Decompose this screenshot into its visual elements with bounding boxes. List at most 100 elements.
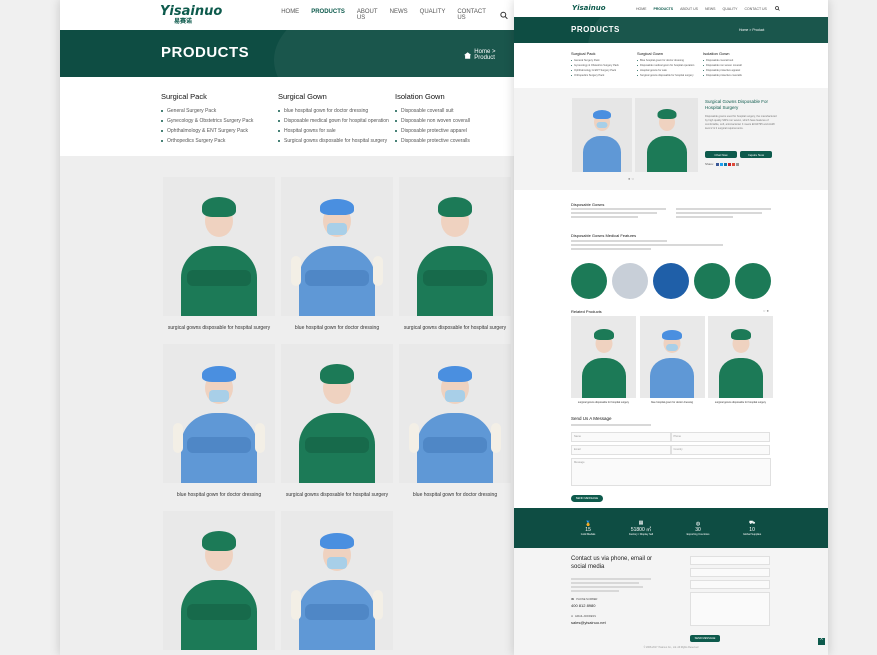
category-title[interactable]: Surgical Pack — [571, 51, 637, 56]
category-item[interactable]: Surgical gowns disposable for hospital s… — [278, 136, 395, 146]
product-caption[interactable]: surgical gowns disposable for hospital s… — [168, 325, 270, 331]
product-card[interactable]: surgical gowns disposable for hospital s… — [399, 177, 511, 331]
page-title: PRODUCTS — [161, 44, 250, 61]
phone-field[interactable]: Phone — [670, 432, 770, 442]
main-product-image[interactable] — [572, 98, 632, 172]
related-card[interactable]: surgical gowns disposable for hospital s… — [571, 316, 636, 404]
menu-about[interactable]: ABOUT US — [680, 7, 698, 11]
category-title[interactable]: Surgical Gown — [637, 51, 703, 56]
send-message-button[interactable]: SEND MESSAGE — [571, 494, 603, 502]
related-card[interactable]: blue hospital gown for doctor dressing — [639, 316, 705, 404]
product-image[interactable] — [281, 511, 393, 650]
product-caption[interactable]: blue hospital gown for doctor dressing — [413, 492, 497, 498]
product-image[interactable] — [399, 344, 511, 483]
main-product-image-2[interactable] — [635, 98, 698, 172]
chat-now-button[interactable]: Chat Now — [705, 151, 737, 158]
category-item[interactable]: Ophthalmology & ENT Surgery Pack — [161, 126, 278, 136]
category-item[interactable]: Hospital gowns for sale — [278, 126, 395, 136]
menu-news[interactable]: NEWS — [705, 7, 716, 11]
menu-products[interactable]: PRODUCTS — [311, 9, 345, 21]
product-image[interactable] — [281, 177, 393, 316]
linkedin-icon[interactable] — [723, 162, 727, 166]
category-item[interactable]: Surgical gowns disposable for hospital s… — [637, 73, 703, 78]
category-item[interactable]: Disposable non woven coverall — [395, 116, 512, 126]
email-field[interactable]: Email — [571, 445, 671, 455]
category-title[interactable]: Surgical Gown — [278, 92, 395, 101]
menu-news[interactable]: NEWS — [390, 9, 408, 21]
phone-number[interactable]: 400 812 8980 — [571, 603, 597, 608]
category-title[interactable]: Isolation Gown — [395, 92, 512, 101]
feature-image[interactable] — [571, 263, 607, 299]
pinterest-icon[interactable] — [727, 162, 731, 166]
category-item[interactable]: General Surgery Pack — [161, 106, 278, 116]
name-field[interactable]: Name — [571, 432, 671, 442]
menu-quality[interactable]: QUALITY — [722, 7, 737, 11]
inquire-now-button[interactable]: Inquire Now — [740, 151, 772, 158]
menu-home[interactable]: HOME — [281, 9, 299, 21]
category-item[interactable]: Orthopedics Surgery Pack — [571, 73, 637, 78]
product-caption[interactable]: surgical gowns disposable for hospital s… — [286, 492, 388, 498]
product-card[interactable]: surgical gowns disposable for hospital s… — [281, 344, 393, 498]
category-item[interactable]: Disposable protective coveralls — [395, 136, 512, 146]
country-field[interactable]: Country — [670, 445, 770, 455]
category-item[interactable]: Disposable medical gown for hospital ope… — [278, 116, 395, 126]
category-surgical-pack: Surgical Pack General Surgery Pack Gynec… — [571, 51, 637, 89]
product-image[interactable] — [163, 511, 275, 650]
category-item[interactable]: Disposable protective apparel — [395, 126, 512, 136]
product-card[interactable]: blue hospital gown for doctor dressing — [399, 344, 511, 498]
breadcrumb: Home > Product — [464, 49, 514, 61]
breadcrumb-small[interactable]: Home > Product — [739, 28, 764, 32]
logo-small[interactable]: Yisainuo — [572, 5, 636, 12]
product-card[interactable]: blue hospital gown for doctor dressing — [281, 511, 393, 655]
menu-home[interactable]: HOME — [636, 7, 647, 11]
product-image[interactable] — [163, 344, 275, 483]
footer-message-field[interactable] — [690, 592, 770, 626]
product-caption[interactable]: surgical gowns disposable for hospital s… — [404, 325, 506, 331]
search-icon[interactable] — [500, 11, 508, 20]
product-card[interactable]: blue hospital gown for doctor dressing — [281, 177, 393, 331]
facebook-icon[interactable] — [715, 162, 719, 166]
footer-phone-field[interactable] — [690, 580, 770, 589]
product-card[interactable]: surgical gowns disposable for hospital s… — [163, 177, 275, 331]
menu-about[interactable]: ABOUT US — [357, 9, 378, 21]
product-card[interactable]: surgical gowns disposable for hospital s… — [163, 511, 275, 655]
product-image[interactable] — [281, 344, 393, 483]
breadcrumb-text[interactable]: Home > Product — [474, 49, 514, 61]
menu-contact[interactable]: CONTACT US — [457, 9, 485, 21]
category-title[interactable]: Isolation Gown — [703, 51, 769, 56]
search-icon[interactable] — [775, 6, 780, 11]
product-caption[interactable]: blue hospital gown for doctor dressing — [177, 492, 261, 498]
back-to-top-button[interactable]: ^ — [818, 638, 825, 645]
related-pager[interactable]: ○ ● — [763, 308, 769, 313]
category-item[interactable]: Disposable protective coveralls — [703, 73, 769, 78]
logo[interactable]: Yisainuo 易赛诺 — [160, 5, 251, 25]
email-address[interactable]: sales@yisainuo.net — [571, 620, 606, 625]
product-image[interactable] — [399, 177, 511, 316]
inquire-now-label: Inquire Now — [747, 152, 764, 157]
google-icon[interactable] — [731, 162, 735, 166]
feature-image[interactable] — [612, 263, 648, 299]
footer-send-button[interactable]: SEND MESSAGE — [690, 635, 720, 642]
product-card[interactable]: blue hospital gown for doctor dressing — [163, 344, 275, 498]
email-share-icon[interactable] — [735, 162, 739, 166]
message-field[interactable]: Message — [571, 458, 771, 486]
footer-email-field[interactable] — [690, 568, 770, 577]
category-title[interactable]: Surgical Pack — [161, 92, 278, 101]
menu-quality[interactable]: QUALITY — [420, 9, 446, 21]
feature-image[interactable] — [735, 263, 771, 299]
twitter-icon[interactable] — [719, 162, 723, 166]
menu-products[interactable]: PRODUCTS — [654, 7, 674, 11]
category-item[interactable]: Orthopedics Surgery Pack — [161, 136, 278, 146]
menu-contact[interactable]: CONTACT US — [744, 7, 766, 11]
feature-image[interactable] — [653, 263, 689, 299]
category-item[interactable]: Disposable coverall suit — [395, 106, 512, 116]
image-pager[interactable]: ● ○ — [628, 176, 634, 181]
home-icon[interactable] — [464, 51, 472, 59]
product-caption[interactable]: blue hospital gown for doctor dressing — [295, 325, 379, 331]
product-image[interactable] — [163, 177, 275, 316]
related-card[interactable]: surgical gowns disposable for hospital s… — [708, 316, 773, 404]
footer-name-field[interactable] — [690, 556, 770, 565]
category-item[interactable]: blue hospital gown for doctor dressing — [278, 106, 395, 116]
category-item[interactable]: Gynecology & Obstetrics Surgery Pack — [161, 116, 278, 126]
feature-image[interactable] — [694, 263, 730, 299]
